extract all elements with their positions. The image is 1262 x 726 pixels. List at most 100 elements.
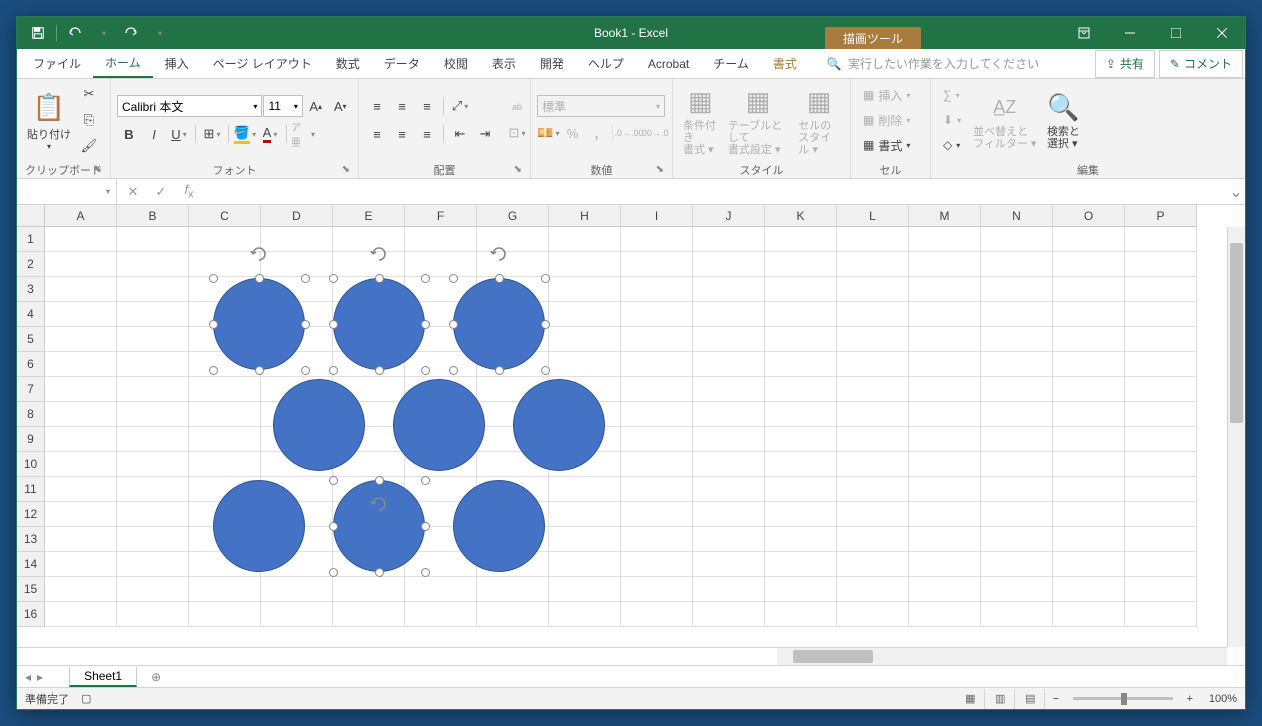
cell[interactable] <box>693 377 765 402</box>
cell[interactable] <box>261 402 333 427</box>
cell[interactable] <box>765 252 837 277</box>
cell[interactable] <box>45 427 117 452</box>
cell[interactable] <box>333 527 405 552</box>
cell[interactable] <box>117 452 189 477</box>
cell[interactable] <box>549 427 621 452</box>
cell[interactable] <box>621 377 693 402</box>
cell[interactable] <box>765 577 837 602</box>
cell[interactable] <box>765 527 837 552</box>
cell[interactable] <box>1053 477 1125 502</box>
cell[interactable] <box>1053 377 1125 402</box>
cell[interactable] <box>693 527 765 552</box>
cell[interactable] <box>405 227 477 252</box>
cell[interactable] <box>477 452 549 477</box>
increase-indent-button[interactable]: ⇥ <box>473 122 497 146</box>
column-header[interactable]: N <box>981 205 1053 227</box>
cell[interactable] <box>1125 552 1197 577</box>
tab-developer[interactable]: 開発 <box>528 49 576 78</box>
column-header[interactable]: F <box>405 205 477 227</box>
cell[interactable] <box>477 527 549 552</box>
share-button[interactable]: ⇪共有 <box>1095 50 1155 78</box>
cell[interactable] <box>909 477 981 502</box>
cell[interactable] <box>261 577 333 602</box>
cell[interactable] <box>405 502 477 527</box>
cell[interactable] <box>621 252 693 277</box>
cell[interactable] <box>837 327 909 352</box>
cell[interactable] <box>117 552 189 577</box>
cell[interactable] <box>477 252 549 277</box>
border-button[interactable]: ⊞ <box>200 122 224 146</box>
cell[interactable] <box>333 577 405 602</box>
cell[interactable] <box>1125 427 1197 452</box>
normal-view-button[interactable]: ▦ <box>957 689 985 709</box>
save-button[interactable] <box>25 21 51 45</box>
cell[interactable] <box>765 477 837 502</box>
cell[interactable] <box>909 402 981 427</box>
cell[interactable] <box>189 352 261 377</box>
column-header[interactable]: C <box>189 205 261 227</box>
cell[interactable] <box>45 302 117 327</box>
qat-customize[interactable] <box>146 21 172 45</box>
cell[interactable] <box>981 602 1053 627</box>
cell[interactable] <box>1053 277 1125 302</box>
column-header[interactable]: A <box>45 205 117 227</box>
select-all-corner[interactable] <box>17 205 45 227</box>
cell[interactable] <box>117 502 189 527</box>
row-header[interactable]: 14 <box>17 552 45 577</box>
cell[interactable] <box>981 402 1053 427</box>
cell[interactable] <box>261 327 333 352</box>
cell[interactable] <box>693 552 765 577</box>
cell[interactable] <box>333 377 405 402</box>
copy-button[interactable]: ⎘ <box>77 108 101 132</box>
align-center-button[interactable]: ≡ <box>390 122 414 146</box>
cell[interactable] <box>117 577 189 602</box>
cell[interactable] <box>1053 427 1125 452</box>
cell[interactable] <box>333 227 405 252</box>
column-header[interactable]: E <box>333 205 405 227</box>
cell[interactable] <box>1125 502 1197 527</box>
cell[interactable] <box>981 352 1053 377</box>
tab-format[interactable]: 書式 <box>761 49 809 78</box>
cell[interactable] <box>333 277 405 302</box>
cell[interactable] <box>189 427 261 452</box>
row-header[interactable]: 2 <box>17 252 45 277</box>
cell[interactable] <box>405 352 477 377</box>
cell[interactable] <box>45 602 117 627</box>
cell[interactable] <box>1125 402 1197 427</box>
cell[interactable] <box>45 552 117 577</box>
cell[interactable] <box>981 302 1053 327</box>
cell[interactable] <box>261 477 333 502</box>
zoom-out-button[interactable]: − <box>1047 693 1065 705</box>
cell[interactable] <box>765 352 837 377</box>
cell[interactable] <box>333 502 405 527</box>
cell[interactable] <box>621 427 693 452</box>
tab-file[interactable]: ファイル <box>21 49 93 78</box>
cell[interactable] <box>837 277 909 302</box>
cell[interactable] <box>909 527 981 552</box>
cell[interactable] <box>189 227 261 252</box>
redo-button[interactable] <box>118 21 144 45</box>
column-header[interactable]: M <box>909 205 981 227</box>
font-name-combo[interactable]: Calibri 本文▾ <box>117 95 262 117</box>
cell[interactable] <box>477 552 549 577</box>
cell[interactable] <box>405 527 477 552</box>
cell[interactable] <box>405 552 477 577</box>
undo-button[interactable] <box>62 21 88 45</box>
cell[interactable] <box>405 252 477 277</box>
align-left-button[interactable]: ≡ <box>365 122 389 146</box>
cell[interactable] <box>909 552 981 577</box>
cell[interactable] <box>765 502 837 527</box>
number-launcher[interactable]: ⬊ <box>656 164 664 175</box>
cell[interactable] <box>837 227 909 252</box>
cell[interactable] <box>117 352 189 377</box>
cell[interactable] <box>45 502 117 527</box>
cell[interactable] <box>45 402 117 427</box>
cell[interactable] <box>765 452 837 477</box>
cell[interactable] <box>981 502 1053 527</box>
cell[interactable] <box>477 302 549 327</box>
column-header[interactable]: L <box>837 205 909 227</box>
cell[interactable] <box>1125 477 1197 502</box>
cell[interactable] <box>909 227 981 252</box>
cell[interactable] <box>621 302 693 327</box>
new-sheet-button[interactable]: ⊕ <box>145 666 167 688</box>
